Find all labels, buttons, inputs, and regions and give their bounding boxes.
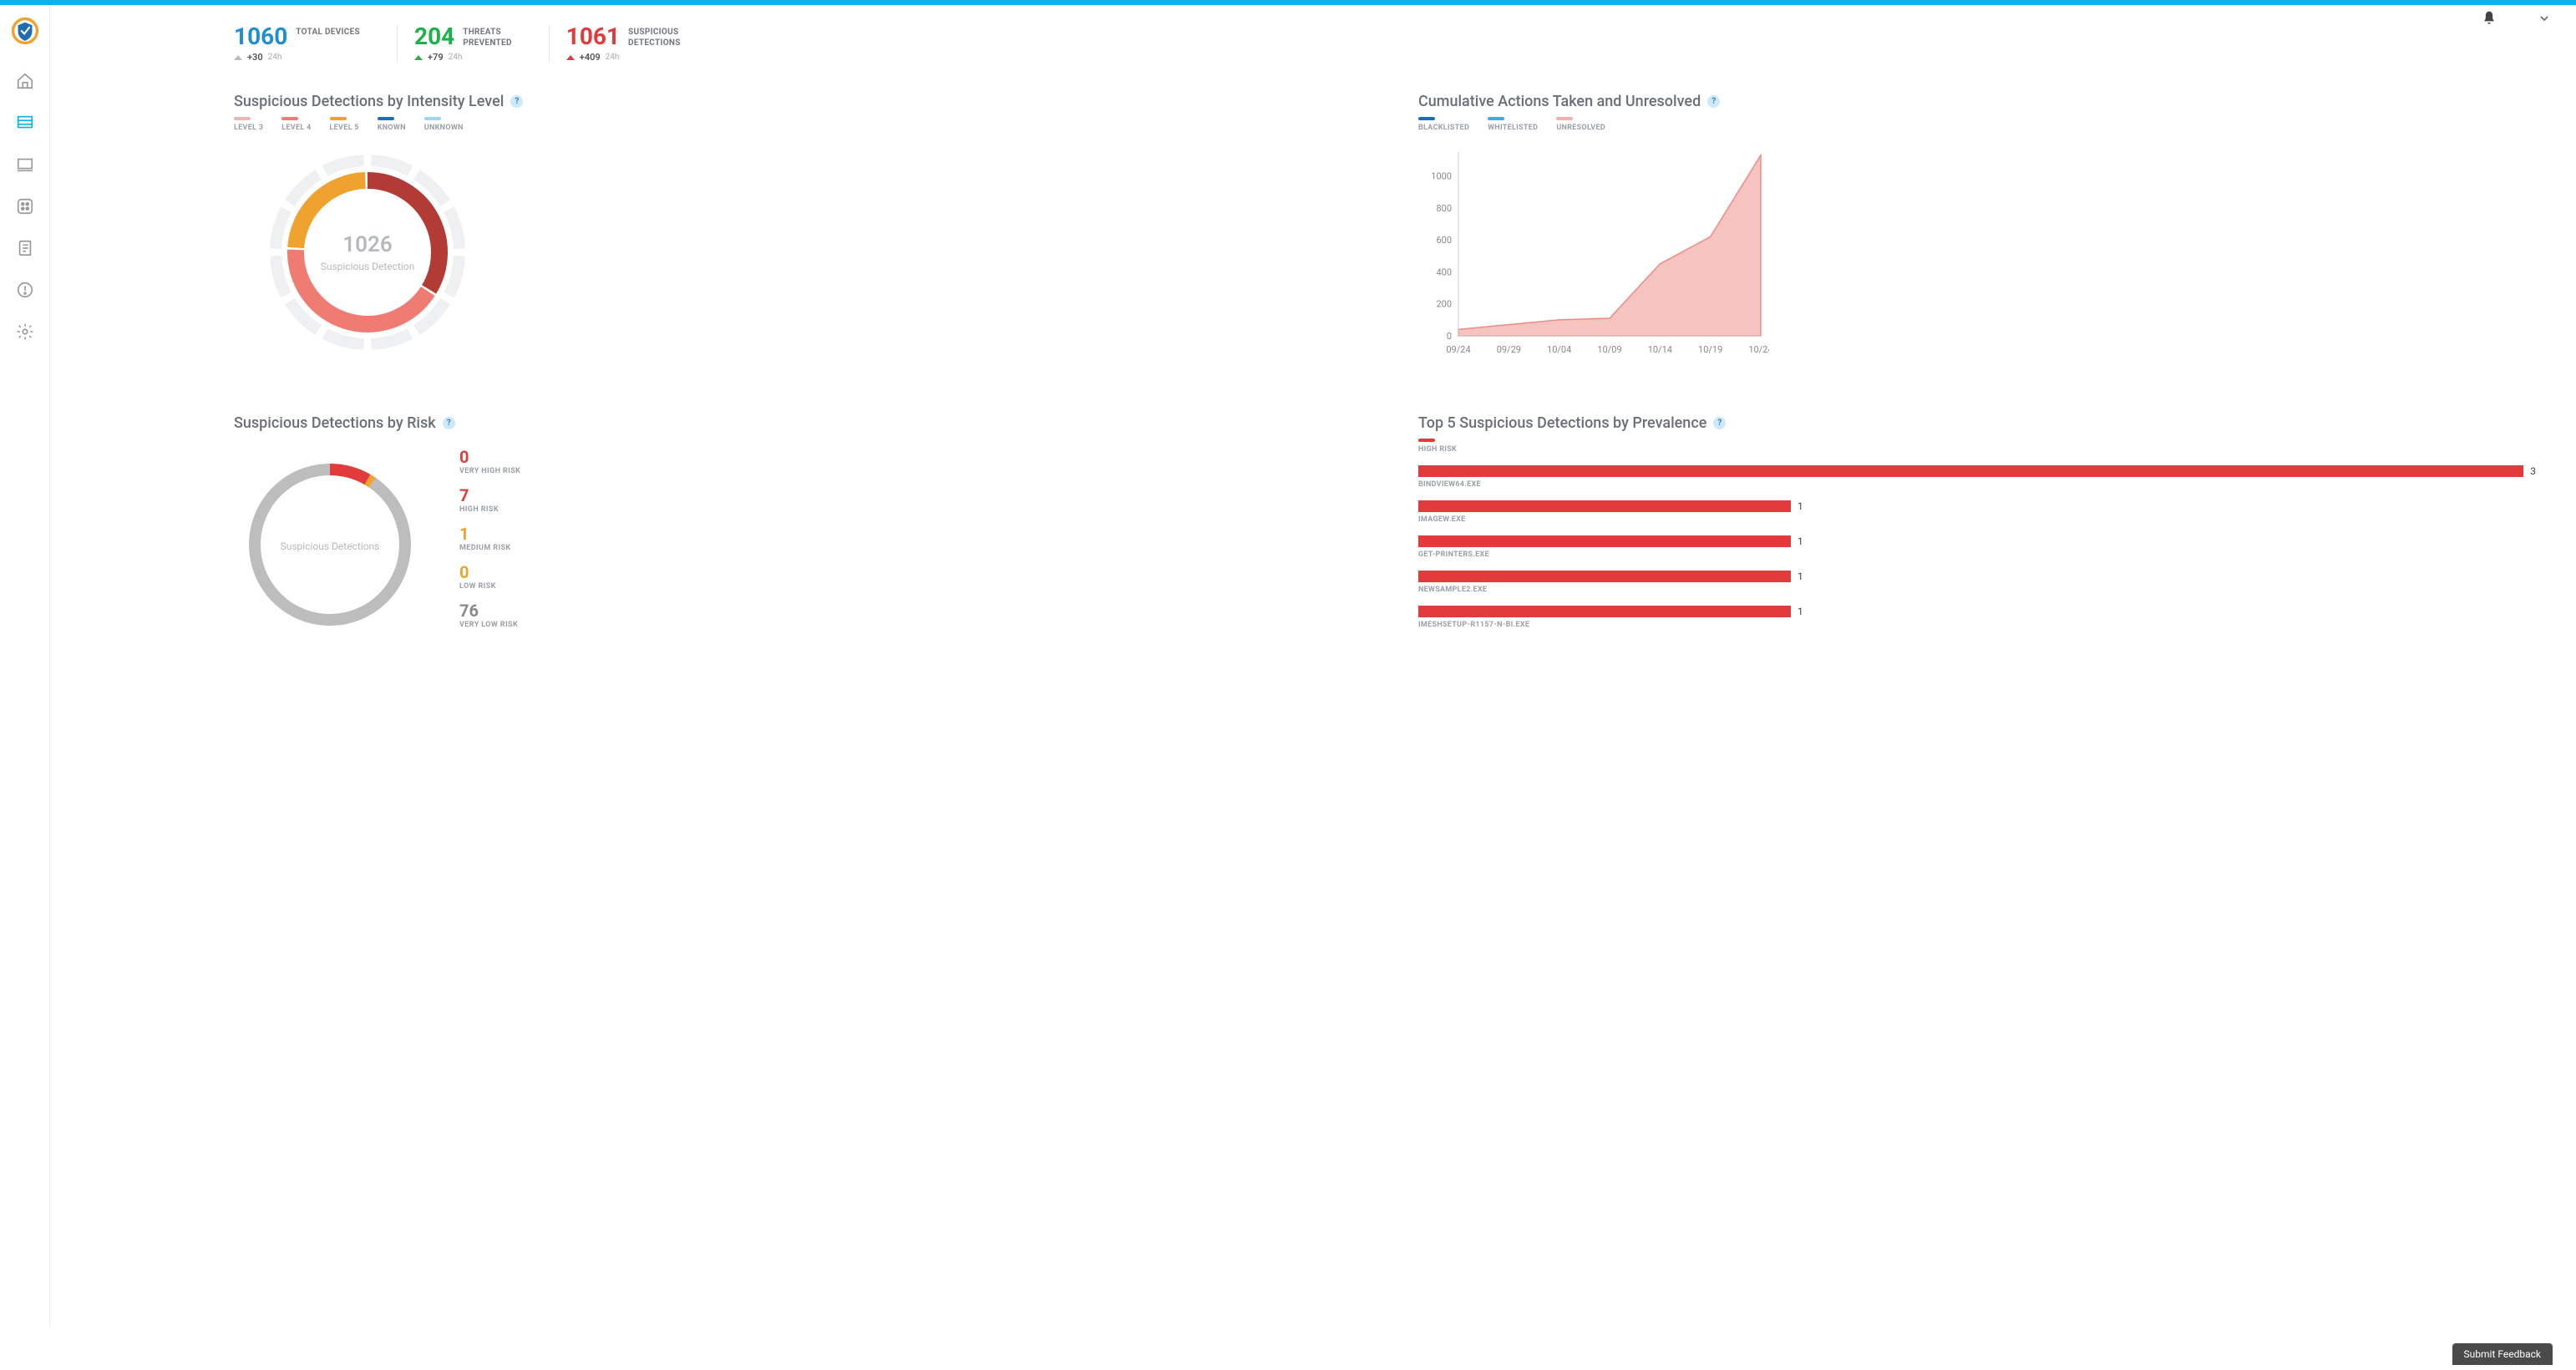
bar-track[interactable]: 3 — [1418, 465, 2536, 477]
cumulative-legend: BLACKLISTEDWHITELISTEDUNRESOLVED — [1418, 117, 2536, 132]
help-icon[interactable]: ? — [1713, 417, 1726, 429]
kpi-value: 1061 — [566, 25, 620, 48]
intensity-center-value: 1026 — [342, 232, 392, 257]
risk-value: 0 — [459, 449, 520, 465]
svg-text:600: 600 — [1436, 235, 1452, 246]
nav-settings-icon[interactable] — [16, 322, 34, 341]
bar-label: GET-PRINTERS.EXE — [1418, 551, 2536, 559]
svg-text:1000: 1000 — [1431, 171, 1452, 182]
kpi-row: 1060 TOTAL DEVICES +30 24h 204 THREATSPR… — [234, 25, 2536, 63]
panel-cumulative: Cumulative Actions Taken and Unresolved … — [1418, 93, 2536, 364]
main-content: 1060 TOTAL DEVICES +30 24h 204 THREATSPR… — [50, 5, 2576, 1327]
nav-grid-icon[interactable] — [16, 197, 34, 216]
risk-center-label: Suspicious Detections — [281, 540, 380, 552]
svg-text:09/29: 09/29 — [1497, 344, 1521, 355]
svg-text:10/24: 10/24 — [1748, 344, 1769, 355]
cumulative-title: Cumulative Actions Taken and Unresolved — [1418, 93, 1701, 110]
svg-text:800: 800 — [1436, 203, 1452, 214]
svg-text:0: 0 — [1447, 331, 1452, 342]
help-icon[interactable]: ? — [510, 95, 523, 108]
submit-feedback-button[interactable]: Submit Feedback — [2452, 1343, 2553, 1365]
sidebar — [0, 5, 50, 1327]
risk-list: 0VERY HIGH RISK7HIGH RISK1MEDIUM RISK0LO… — [459, 449, 520, 629]
risk-label: HIGH RISK — [459, 505, 520, 514]
svg-text:09/24: 09/24 — [1446, 344, 1470, 355]
app-logo — [11, 17, 39, 45]
nav-devices-icon[interactable] — [16, 155, 34, 174]
top5-title: Top 5 Suspicious Detections by Prevalenc… — [1418, 414, 1706, 432]
risk-label: VERY LOW RISK — [459, 621, 520, 629]
chevron-down-icon[interactable] — [2538, 12, 2551, 25]
bar-label: IMESHSETUP-R1157-N-BI.EXE — [1418, 621, 2536, 629]
risk-value: 0 — [459, 564, 520, 581]
intensity-title: Suspicious Detections by Intensity Level — [234, 93, 504, 110]
nav-home-icon[interactable] — [16, 72, 34, 90]
svg-text:200: 200 — [1436, 299, 1452, 310]
svg-text:10/04: 10/04 — [1547, 344, 1571, 355]
bar-label: NEWSAMPLE2.EXE — [1418, 586, 2536, 594]
help-icon[interactable]: ? — [443, 417, 455, 429]
kpi-value: 204 — [414, 25, 454, 48]
risk-label: VERY HIGH RISK — [459, 467, 520, 475]
panel-intensity: Suspicious Detections by Intensity Level… — [234, 93, 1351, 364]
bar-track[interactable]: 1 — [1418, 606, 2536, 617]
bell-icon[interactable] — [2481, 10, 2497, 27]
risk-value: 7 — [459, 487, 520, 504]
risk-label: MEDIUM RISK — [459, 544, 520, 552]
panel-top5: Top 5 Suspicious Detections by Prevalenc… — [1418, 414, 2536, 641]
svg-text:10/19: 10/19 — [1698, 344, 1722, 355]
risk-value: 76 — [459, 602, 520, 619]
svg-text:10/14: 10/14 — [1648, 344, 1672, 355]
bar-track[interactable]: 1 — [1418, 500, 2536, 512]
bar-track[interactable]: 1 — [1418, 535, 2536, 547]
nav-log-icon[interactable] — [16, 239, 34, 257]
bar-label: IMAGEW.EXE — [1418, 515, 2536, 524]
nav-alert-icon[interactable] — [16, 281, 34, 299]
bar-label: BINDVIEW64.EXE — [1418, 480, 2536, 489]
panel-risk: Suspicious Detections by Risk ? Suspicio… — [234, 414, 1351, 641]
bar-track[interactable]: 1 — [1418, 571, 2536, 582]
kpi-value: 1060 — [234, 25, 287, 48]
svg-text:400: 400 — [1436, 266, 1452, 277]
risk-label: LOW RISK — [459, 582, 520, 591]
risk-title: Suspicious Detections by Risk — [234, 414, 436, 432]
intensity-legend: LEVEL 3LEVEL 4LEVEL 5KNOWNUNKNOWN — [234, 117, 1351, 132]
top5-bars: 3 BINDVIEW64.EXE 1 IMAGEW.EXE 1 GET-PRIN… — [1418, 465, 2536, 629]
help-icon[interactable]: ? — [1707, 95, 1720, 108]
top5-legend-label: HIGH RISK — [1418, 445, 2536, 454]
cumulative-chart[interactable]: 0 200 400 600 800 1000 09/24 09/29 10/04 10/09 10/… — [1418, 144, 1769, 361]
risk-value: 1 — [459, 525, 520, 542]
svg-text:10/09: 10/09 — [1597, 344, 1621, 355]
nav-dashboard-icon[interactable] — [16, 114, 34, 132]
intensity-center-label: Suspicious Detection — [321, 261, 415, 272]
